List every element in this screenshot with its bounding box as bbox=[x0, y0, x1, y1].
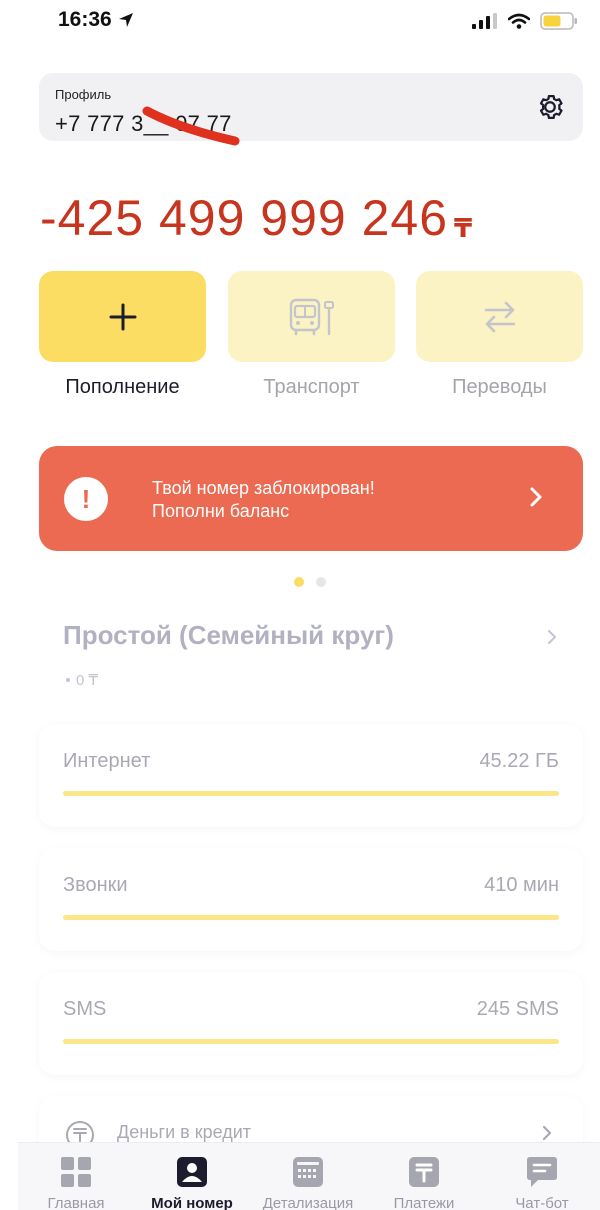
usage-name: Звонки bbox=[63, 874, 128, 896]
exclamation-icon: ! bbox=[64, 477, 108, 521]
usage-card-sms[interactable]: SMS 245 SMS bbox=[39, 972, 583, 1075]
chevron-right-icon bbox=[530, 487, 542, 507]
alert-text: Твой номер заблокирован! Пополни баланс bbox=[152, 477, 375, 523]
action-transfers-tile[interactable] bbox=[416, 271, 583, 362]
calendar-icon bbox=[293, 1157, 323, 1187]
usage-value: 245 SMS bbox=[476, 998, 559, 1020]
my-number-screen: 16:36 Профиль +7 777 3__ 07 77 -425 499 … bbox=[18, 0, 600, 1210]
tab-details[interactable]: Детализация bbox=[250, 1155, 366, 1210]
usage-progress-bar bbox=[63, 791, 559, 796]
tab-details-label: Детализация bbox=[262, 1195, 354, 1210]
location-arrow-icon bbox=[118, 13, 133, 27]
battery-icon bbox=[540, 12, 577, 30]
usage-card-internet[interactable]: Интернет 45.22 ГБ bbox=[39, 724, 583, 827]
usage-progress-bar bbox=[63, 915, 559, 920]
tab-payments-label: Платежи bbox=[393, 1195, 455, 1210]
usage-card-calls[interactable]: Звонки 410 мин bbox=[39, 848, 583, 951]
tariff-price-text: 0 ₸ bbox=[76, 672, 99, 689]
pager-dot[interactable] bbox=[316, 577, 326, 587]
credit-label: Деньги в кредит bbox=[117, 1122, 252, 1142]
action-transport[interactable]: Транспорт bbox=[228, 271, 395, 399]
action-transport-tile[interactable] bbox=[228, 271, 395, 362]
chevron-right-icon bbox=[542, 1125, 552, 1141]
redaction-scribble bbox=[142, 106, 240, 146]
balance: -425 499 999 246 ₸ bbox=[40, 190, 472, 246]
action-top-up-label: Пополнение bbox=[65, 376, 180, 398]
carousel-pager bbox=[294, 577, 326, 587]
tab-home-label: Главная bbox=[47, 1195, 105, 1210]
alert-line-2: Пополни баланс bbox=[152, 501, 290, 521]
status-time: 16:36 bbox=[58, 8, 134, 32]
chevron-right-icon[interactable] bbox=[546, 628, 558, 646]
tab-payments[interactable]: Платежи bbox=[366, 1155, 482, 1210]
tab-chat-bot-label: Чат-бот bbox=[515, 1195, 569, 1210]
bus-icon bbox=[289, 298, 334, 335]
balance-amount: -425 499 999 246 bbox=[40, 190, 449, 246]
alert-line-1: Твой номер заблокирован! bbox=[152, 478, 375, 498]
action-transfers-label: Переводы bbox=[452, 376, 547, 398]
profile-label: Профиль bbox=[55, 87, 112, 102]
tab-chat-bot[interactable]: Чат-бот bbox=[484, 1155, 600, 1210]
blocked-number-alert[interactable]: ! Твой номер заблокирован! Пополни балан… bbox=[39, 446, 583, 551]
usage-name: SMS bbox=[63, 998, 107, 1020]
profile-card[interactable]: Профиль +7 777 3__ 07 77 bbox=[39, 73, 583, 146]
gear-icon[interactable] bbox=[535, 92, 565, 122]
usage-progress-bar bbox=[63, 1039, 559, 1044]
usage-value: 410 мин bbox=[484, 874, 559, 896]
status-bar: 16:36 bbox=[18, 0, 600, 44]
tariff-price: 0 ₸ bbox=[66, 671, 98, 689]
action-top-up-tile[interactable] bbox=[39, 271, 206, 362]
tab-my-number-label: Мой номер bbox=[151, 1195, 233, 1210]
wifi-icon bbox=[508, 13, 530, 29]
pager-dot-active[interactable] bbox=[294, 577, 304, 587]
action-transfers[interactable]: Переводы bbox=[416, 271, 583, 399]
tenge-icon bbox=[409, 1157, 439, 1187]
transfer-arrows-icon bbox=[484, 301, 515, 332]
signal-icon bbox=[472, 13, 497, 29]
tab-bar: Главная Мой номер Детализация Платежи Ча… bbox=[18, 1142, 600, 1210]
tariff-name[interactable]: Простой (Семейный круг) bbox=[63, 620, 394, 651]
chat-icon bbox=[527, 1157, 557, 1187]
grid-icon bbox=[61, 1157, 91, 1187]
usage-value: 45.22 ГБ bbox=[479, 750, 559, 772]
tab-home[interactable]: Главная bbox=[18, 1155, 134, 1210]
bullet-dot bbox=[66, 678, 70, 682]
tab-my-number[interactable]: Мой номер bbox=[134, 1155, 250, 1210]
action-top-up[interactable]: Пополнение bbox=[39, 271, 206, 399]
balance-currency: ₸ bbox=[454, 213, 473, 243]
status-indicators bbox=[472, 12, 578, 30]
action-transport-label: Транспорт bbox=[263, 376, 360, 398]
status-time-text: 16:36 bbox=[58, 8, 112, 31]
plus-icon bbox=[109, 303, 136, 330]
usage-name: Интернет bbox=[63, 750, 151, 772]
quick-actions: Пополнение Транспорт Переводы bbox=[39, 271, 583, 401]
person-card-icon bbox=[177, 1157, 207, 1187]
